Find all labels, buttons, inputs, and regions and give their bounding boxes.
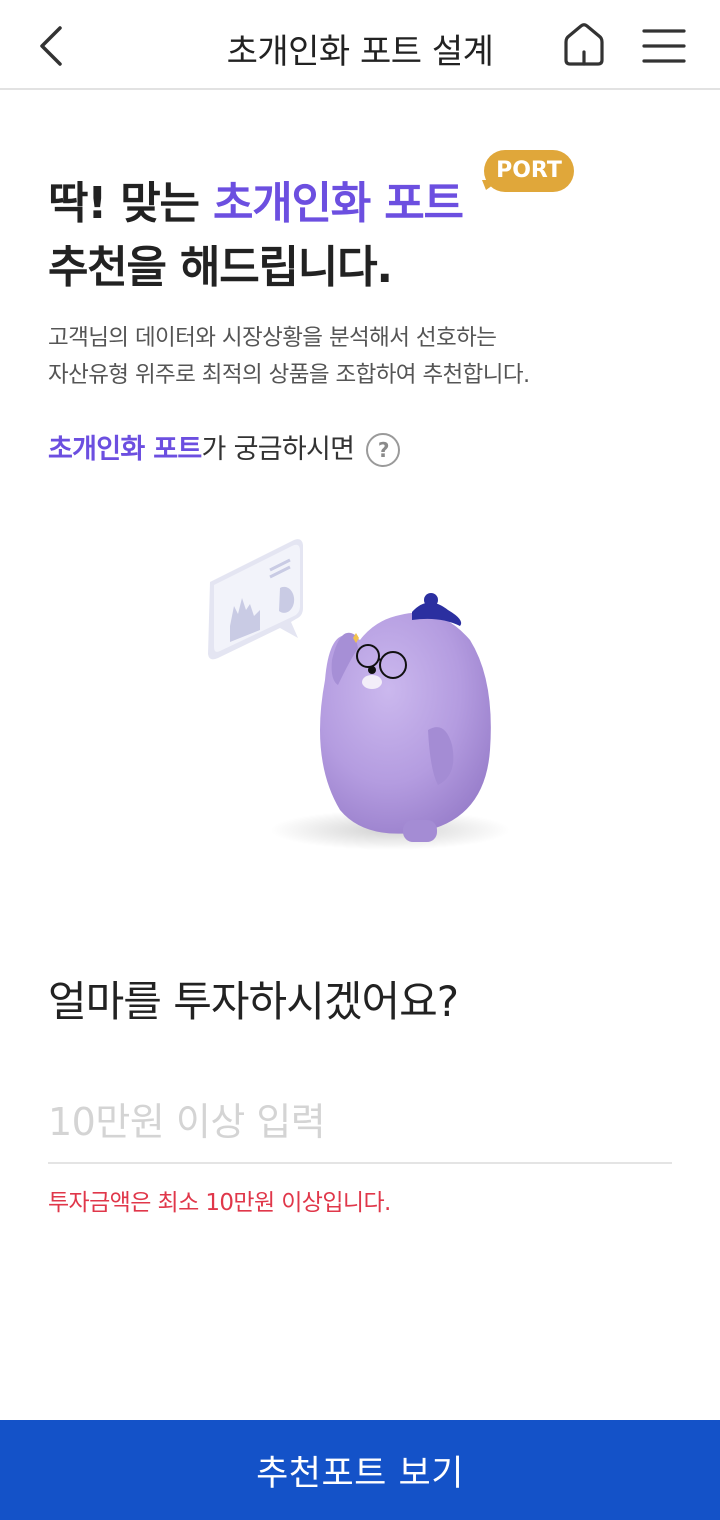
screen: 초개인화 포트 설계 딱! 맞는 초개인화 포트 추천을 해드립니다. PORT… — [0, 0, 720, 1520]
info-accent: 초개인화 포트 — [48, 434, 202, 465]
hero-line-1-prefix: 딱! 맞는 — [48, 178, 213, 229]
info-link[interactable]: 초개인화 포트 가 궁금하시면 ? — [48, 430, 401, 470]
page-title: 초개인화 포트 설계 — [226, 32, 494, 72]
recommend-port-button[interactable]: 추천포트 보기 — [0, 1420, 720, 1520]
hero-description: 고객님의 데이터와 시장상황을 분석해서 선호하는 자산유형 위주로 최적의 상… — [48, 320, 688, 394]
description-line-2: 자산유형 위주로 최적의 상품을 조합하여 추천합니다. — [48, 362, 530, 388]
badge-label: PORT — [484, 150, 574, 192]
app-header: 초개인화 포트 설계 — [0, 0, 720, 90]
port-badge: PORT — [480, 150, 576, 198]
input-underline — [48, 1162, 672, 1164]
hero-line-1: 딱! 맞는 초개인화 포트 — [48, 172, 464, 236]
description-line-1: 고객님의 데이터와 시장상황을 분석해서 선호하는 — [48, 325, 497, 351]
info-suffix: 가 궁금하시면 — [201, 434, 355, 465]
mascot-illustration — [208, 539, 510, 850]
hamburger-menu-icon[interactable] — [638, 22, 690, 70]
hero-line-2: 추천을 해드립니다. — [48, 242, 393, 293]
hero-line-1-accent: 초개인화 포트 — [212, 178, 464, 229]
home-icon[interactable] — [558, 20, 610, 70]
chart-card — [208, 539, 303, 660]
investment-amount-input[interactable] — [48, 1082, 672, 1162]
error-message: 투자금액은 최소 10만원 이상입니다. — [48, 1190, 391, 1216]
mascot — [320, 593, 491, 842]
investment-question: 얼마를 투자하시겠어요? — [48, 977, 459, 1026]
help-icon[interactable]: ? — [366, 433, 401, 467]
hero-headline: 딱! 맞는 초개인화 포트 추천을 해드립니다. — [48, 172, 464, 300]
